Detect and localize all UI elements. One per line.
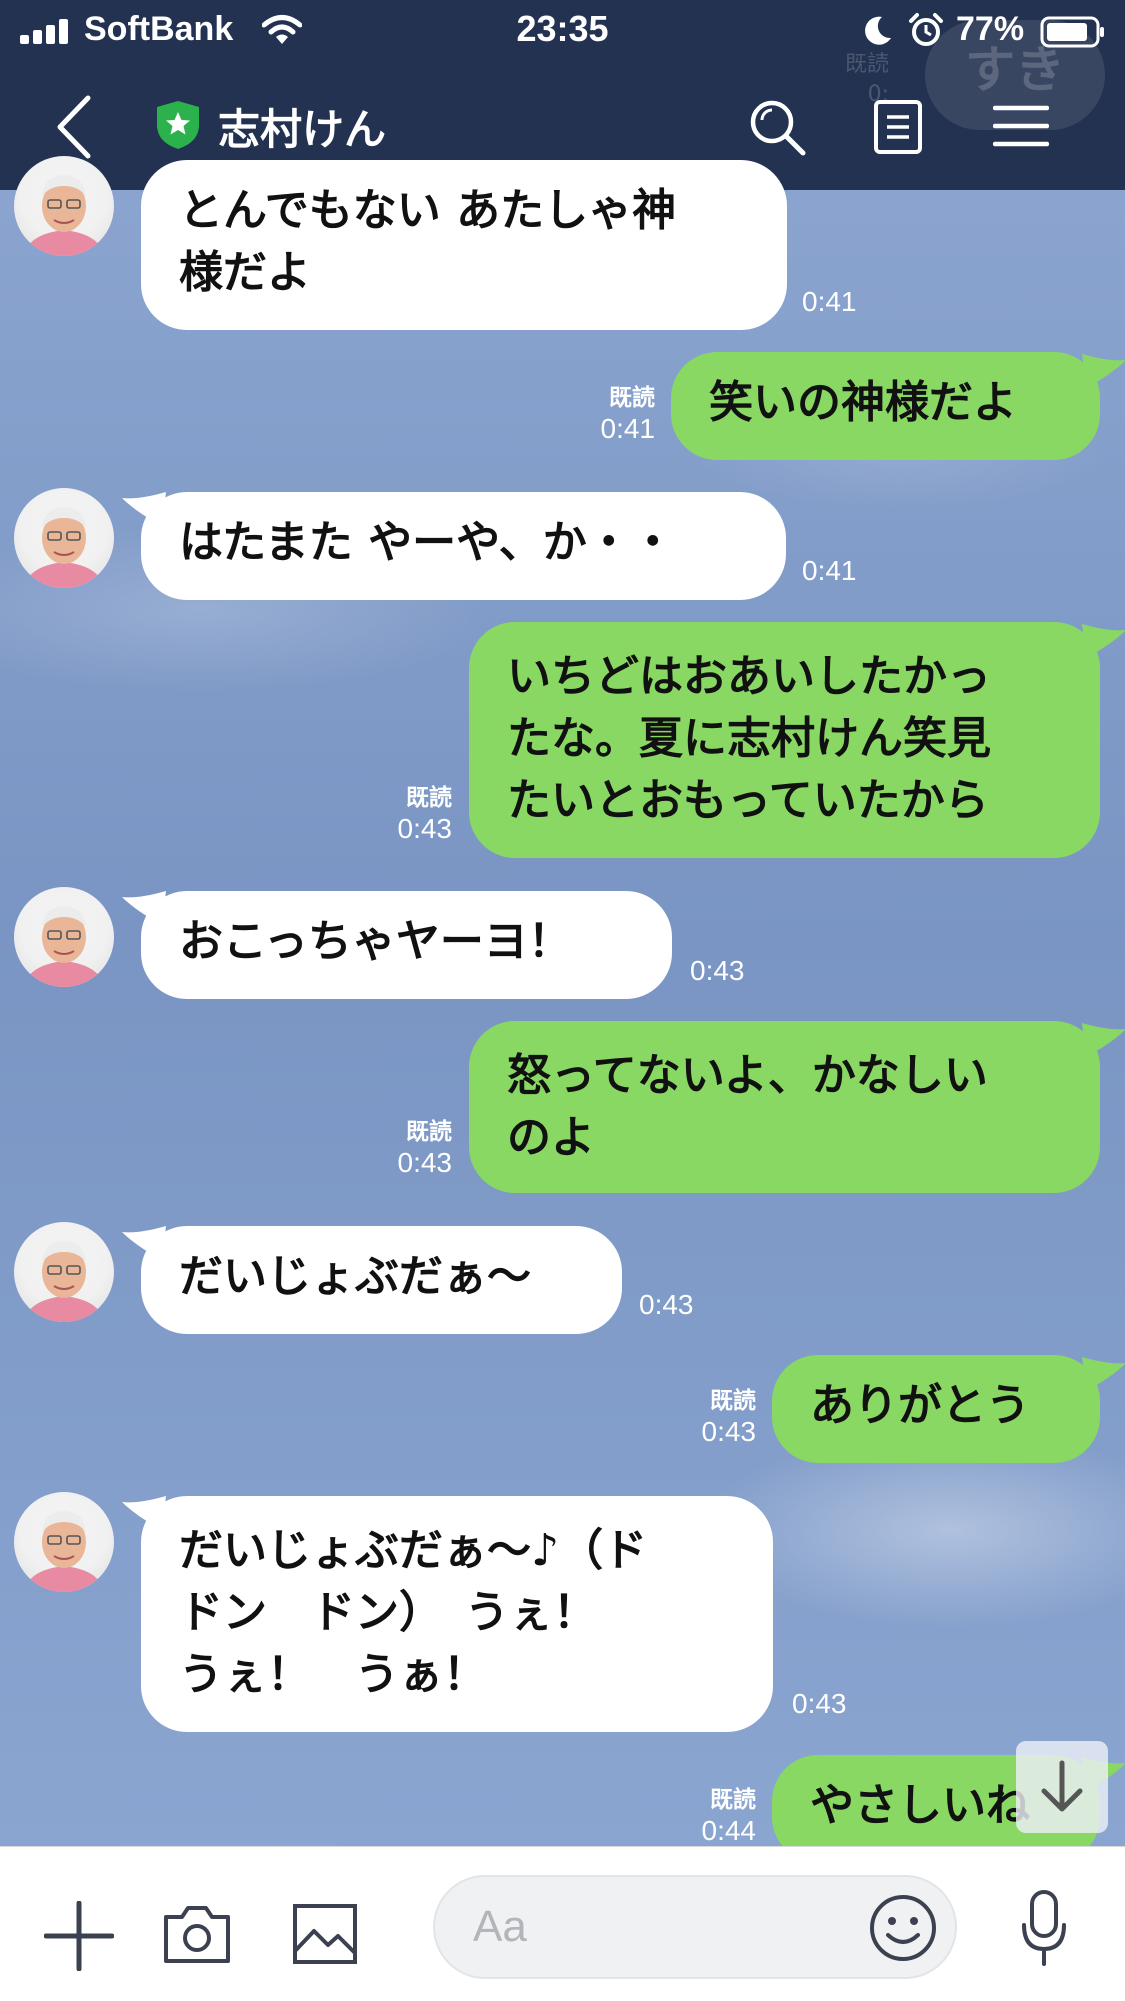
outgoing-message[interactable]: 怒ってないよ、かなしい のよ: [469, 1021, 1100, 1193]
message-time: 0:41: [802, 555, 857, 586]
microphone-icon[interactable]: [1020, 1889, 1068, 1967]
outgoing-bubble-tail: [1082, 1023, 1125, 1057]
message-time: 0:43: [397, 1147, 453, 1178]
avatar-face-icon: [24, 175, 104, 256]
read-receipt: 既読 0:41: [580, 382, 656, 446]
read-receipt: 既読 0:44: [678, 1784, 757, 1848]
incoming-message[interactable]: はたまた やーや、か・・: [141, 492, 786, 600]
avatar-face-icon: [24, 1511, 104, 1592]
incoming-message[interactable]: だいじょぶだぁ〜♪（ド ドン ドン） うぇ！ うぇ！ うぁ！: [141, 1496, 773, 1732]
message-time: 0:44: [701, 1815, 757, 1846]
read-label: 既読: [406, 1118, 452, 1144]
incoming-message[interactable]: おこっちゃヤーヨ！: [141, 891, 672, 999]
plus-icon[interactable]: [44, 1901, 114, 1971]
message-time: 0:41: [600, 413, 656, 444]
emoji-icon[interactable]: [868, 1893, 938, 1963]
outgoing-message[interactable]: 笑いの神様だよ: [671, 352, 1100, 460]
message-time: 0:43: [701, 1416, 757, 1447]
outgoing-bubble-tail: [1082, 624, 1125, 658]
read-label: 既読: [710, 1387, 756, 1413]
search-icon[interactable]: [748, 98, 808, 158]
avatar[interactable]: [14, 488, 114, 588]
outgoing-message[interactable]: ありがとう: [772, 1355, 1100, 1463]
incoming-message[interactable]: だいじょぶだぁ〜: [141, 1226, 622, 1334]
outgoing-bubble-tail: [1082, 354, 1125, 388]
avatar-face-icon: [24, 507, 104, 588]
avatar[interactable]: [14, 1222, 114, 1322]
outgoing-message[interactable]: いちどはおあいしたかっ たな。夏に志村けん笑見 たいとおもっていたから: [469, 622, 1100, 858]
image-icon[interactable]: [292, 1903, 358, 1965]
avatar[interactable]: [14, 887, 114, 987]
message-time: 0:41: [802, 286, 857, 317]
scroll-to-bottom-button[interactable]: [1016, 1741, 1108, 1833]
message-input-bar: [0, 1846, 1125, 2001]
avatar-face-icon: [24, 906, 104, 987]
read-receipt: 既読 0:43: [678, 1385, 757, 1449]
arrow-down-icon: [1041, 1760, 1083, 1812]
incoming-message[interactable]: とんでもない あたしゃ神 様だよ: [141, 160, 787, 330]
read-label: 既読: [406, 784, 452, 810]
message-time: 0:43: [792, 1688, 847, 1719]
back-button[interactable]: [52, 92, 96, 162]
avatar[interactable]: [14, 156, 114, 256]
avatar[interactable]: [14, 1492, 114, 1592]
message-time: 0:43: [639, 1289, 694, 1320]
read-label: 既読: [710, 1786, 756, 1812]
notes-icon[interactable]: [873, 99, 923, 155]
message-time: 0:43: [690, 955, 745, 986]
message-time: 0:43: [397, 813, 453, 844]
chat-title[interactable]: 志村けん: [218, 96, 386, 157]
official-shield-icon: [157, 101, 199, 149]
camera-icon[interactable]: [162, 1903, 232, 1965]
read-receipt: 既読 0:43: [374, 782, 453, 846]
read-label: 既読: [609, 384, 655, 410]
read-receipt: 既読 0:43: [374, 1116, 453, 1180]
avatar-face-icon: [24, 1241, 104, 1322]
do-not-disturb-moon-icon: [865, 16, 891, 45]
outgoing-bubble-tail: [1082, 1357, 1125, 1391]
menu-icon[interactable]: [993, 104, 1049, 148]
overlay-read-label: 既読: [845, 52, 890, 77]
